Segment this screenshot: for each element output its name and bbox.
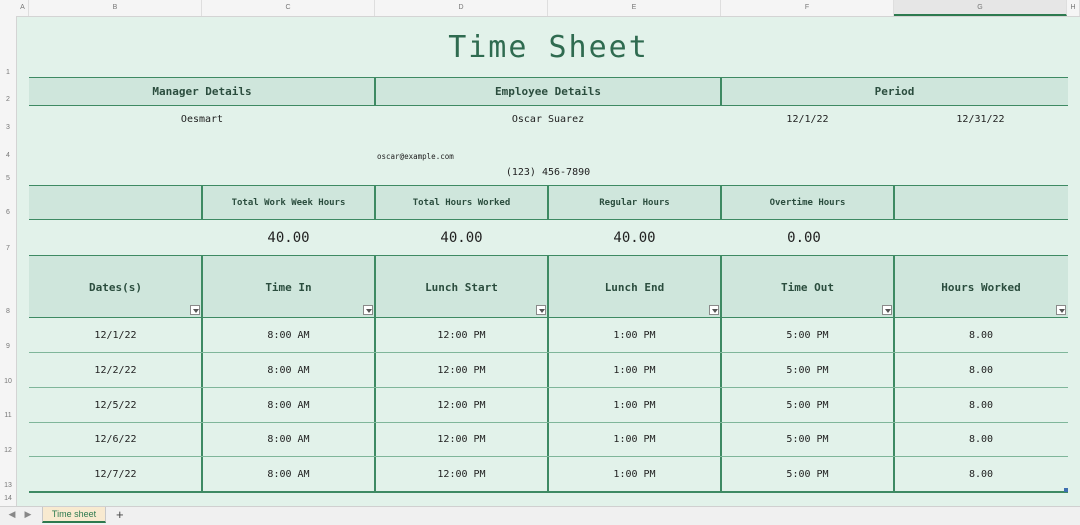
time-in-cell[interactable]: 8:00 AM: [202, 400, 375, 411]
total-hours-worked-value[interactable]: 40.00: [375, 230, 548, 246]
date-cell[interactable]: 12/1/22: [29, 330, 202, 341]
filter-dropdown-button[interactable]: [882, 305, 892, 315]
row-header[interactable]: 2: [0, 96, 16, 103]
lunch-start-cell[interactable]: 12:00 PM: [375, 400, 548, 411]
time-in-cell[interactable]: 8:00 AM: [202, 469, 375, 480]
regular-hours-value[interactable]: 40.00: [548, 230, 721, 246]
column-hours-worked-header[interactable]: Hours Worked: [894, 281, 1068, 294]
employee-phone[interactable]: (123) 456-7890: [375, 167, 721, 178]
row-header[interactable]: 14: [0, 495, 16, 502]
row-separator: [29, 387, 1068, 388]
add-sheet-button[interactable]: +: [116, 507, 124, 523]
tab-scroll-right-icon[interactable]: ▶: [22, 509, 34, 520]
time-in-cell[interactable]: 8:00 AM: [202, 365, 375, 376]
filter-dropdown-button[interactable]: [190, 305, 200, 315]
manager-details-header[interactable]: Manager Details: [29, 85, 375, 98]
row-header[interactable]: 13: [0, 482, 16, 489]
column-header-d[interactable]: D: [375, 0, 548, 16]
row-header[interactable]: 9: [0, 343, 16, 350]
row-header[interactable]: 8: [0, 308, 16, 315]
lunch-start-cell[interactable]: 12:00 PM: [375, 434, 548, 445]
date-cell[interactable]: 12/7/22: [29, 469, 202, 480]
lunch-start-cell[interactable]: 12:00 PM: [375, 330, 548, 341]
row-header[interactable]: 10: [0, 378, 16, 385]
column-header-b[interactable]: B: [29, 0, 202, 16]
lunch-end-cell[interactable]: 1:00 PM: [548, 365, 721, 376]
regular-hours-label[interactable]: Regular Hours: [548, 198, 721, 208]
filter-dropdown-button[interactable]: [1056, 305, 1066, 315]
column-time-out-header[interactable]: Time Out: [721, 281, 894, 294]
time-in-cell[interactable]: 8:00 AM: [202, 434, 375, 445]
column-lunch-end-header[interactable]: Lunch End: [548, 281, 721, 294]
date-cell[interactable]: 12/6/22: [29, 434, 202, 445]
row-header[interactable]: 1: [0, 69, 16, 76]
lunch-start-cell[interactable]: 12:00 PM: [375, 365, 548, 376]
row-header[interactable]: 5: [0, 175, 16, 182]
row-separator: [29, 456, 1068, 457]
row-header[interactable]: 12: [0, 447, 16, 454]
row-header[interactable]: 3: [0, 124, 16, 131]
employee-details-header[interactable]: Employee Details: [375, 85, 721, 98]
column-time-in-header[interactable]: Time In: [202, 281, 375, 294]
tab-scroll-left-icon[interactable]: ◀: [6, 509, 18, 520]
row-header[interactable]: 4: [0, 152, 16, 159]
employee-name[interactable]: Oscar Suarez: [375, 114, 721, 125]
lunch-end-cell[interactable]: 1:00 PM: [548, 434, 721, 445]
table-resize-handle[interactable]: [1064, 488, 1068, 492]
column-header-f[interactable]: F: [721, 0, 894, 16]
hours-worked-cell[interactable]: 8.00: [894, 400, 1068, 411]
lunch-end-cell[interactable]: 1:00 PM: [548, 469, 721, 480]
filter-dropdown-button[interactable]: [709, 305, 719, 315]
hours-worked-cell[interactable]: 8.00: [894, 330, 1068, 341]
sheet-tab-bar: ◀ ▶ Time sheet +: [0, 506, 1080, 525]
employee-email[interactable]: oscar@example.com: [377, 152, 477, 161]
time-out-cell[interactable]: 5:00 PM: [721, 434, 894, 445]
column-header-bar: A B C D E F G H: [0, 0, 1080, 17]
page-title[interactable]: Time Sheet: [17, 30, 1080, 65]
hours-worked-cell[interactable]: 8.00: [894, 365, 1068, 376]
row-separator: [29, 491, 1068, 493]
filter-dropdown-button[interactable]: [363, 305, 373, 315]
total-work-week-hours-value[interactable]: 40.00: [202, 230, 375, 246]
row-header-bar: 1 2 3 4 5 6 7 8 9 10 11 12 13 14: [0, 16, 17, 506]
time-out-cell[interactable]: 5:00 PM: [721, 365, 894, 376]
period-end[interactable]: 12/31/22: [894, 114, 1067, 125]
total-work-week-hours-label[interactable]: Total Work Week Hours: [202, 198, 375, 208]
column-header-h[interactable]: H: [1067, 0, 1080, 16]
column-lunch-start-header[interactable]: Lunch Start: [375, 281, 548, 294]
date-cell[interactable]: 12/2/22: [29, 365, 202, 376]
manager-name[interactable]: Oesmart: [29, 114, 375, 125]
column-header-e[interactable]: E: [548, 0, 721, 16]
period-start[interactable]: 12/1/22: [721, 114, 894, 125]
lunch-start-cell[interactable]: 12:00 PM: [375, 469, 548, 480]
overtime-hours-value[interactable]: 0.00: [721, 230, 887, 246]
total-hours-worked-label[interactable]: Total Hours Worked: [375, 198, 548, 208]
filter-dropdown-button[interactable]: [536, 305, 546, 315]
time-out-cell[interactable]: 5:00 PM: [721, 330, 894, 341]
tab-time-sheet[interactable]: Time sheet: [42, 507, 106, 523]
row-separator: [29, 422, 1068, 423]
hours-worked-cell[interactable]: 8.00: [894, 434, 1068, 445]
row-separator: [29, 352, 1068, 353]
hours-worked-cell[interactable]: 8.00: [894, 469, 1068, 480]
row-header[interactable]: 6: [0, 209, 16, 216]
row-header[interactable]: 11: [0, 412, 16, 419]
row-header[interactable]: 7: [0, 245, 16, 252]
time-out-cell[interactable]: 5:00 PM: [721, 469, 894, 480]
period-header[interactable]: Period: [721, 85, 1068, 98]
lunch-end-cell[interactable]: 1:00 PM: [548, 330, 721, 341]
column-header-c[interactable]: C: [202, 0, 375, 16]
time-in-cell[interactable]: 8:00 AM: [202, 330, 375, 341]
date-cell[interactable]: 12/5/22: [29, 400, 202, 411]
time-out-cell[interactable]: 5:00 PM: [721, 400, 894, 411]
column-dates-header[interactable]: Dates(s): [29, 281, 202, 294]
column-header-g[interactable]: G: [894, 0, 1067, 16]
column-header-a[interactable]: A: [17, 0, 29, 16]
lunch-end-cell[interactable]: 1:00 PM: [548, 400, 721, 411]
overtime-hours-label[interactable]: Overtime Hours: [721, 198, 894, 208]
